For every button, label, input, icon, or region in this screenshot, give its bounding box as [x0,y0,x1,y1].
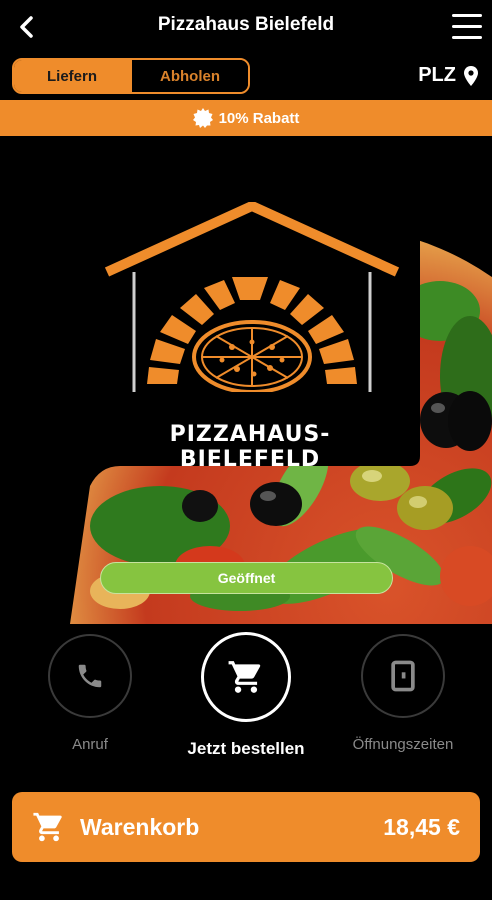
order-mode-toggle: Liefern Abholen [12,58,250,94]
location-pin-icon [464,65,478,86]
hamburger-icon-line [452,14,482,17]
order-now-action[interactable]: Jetzt bestellen [181,632,311,759]
open-status-badge: Geöffnet [100,562,393,594]
discount-badge-icon [192,108,213,128]
order-now-button[interactable] [201,632,291,722]
toggle-abholen[interactable]: Abholen [132,60,248,92]
opening-hours-label: Öffnungszeiten [352,736,454,753]
order-now-label: Jetzt bestellen [187,739,305,758]
toggle-liefern[interactable]: Liefern [14,60,132,92]
opening-hours-action[interactable]: Öffnungszeiten [338,634,468,753]
quick-actions: Anruf Jetzt bestellen Öffnungszeiten [0,632,492,774]
cart-icon [33,812,62,842]
menu-button[interactable] [448,14,484,40]
page-title: Pizzahaus Bielefeld [157,14,335,35]
hamburger-icon-line [452,25,482,28]
cart-icon [228,661,261,693]
door-icon [391,660,415,692]
hero-banner: PIZZAHAUS-BIELEFELD Geöffnet [0,136,492,624]
discount-text: 10% Rabatt [218,109,300,127]
pizzahaus-logo [104,202,400,392]
call-action[interactable]: Anruf [25,634,155,753]
top-bar: Pizzahaus Bielefeld [0,0,492,56]
phone-icon [78,664,102,688]
logo-text: PIZZAHAUS-BIELEFELD [169,422,331,472]
discount-banner: 10% Rabatt [0,100,492,136]
plz-label: PLZ [418,64,456,86]
cart-total: 18,45 € [383,813,460,840]
plz-selector[interactable]: PLZ [418,64,478,87]
call-label: Anruf [72,736,108,753]
cart-label: Warenkorb [80,813,200,840]
call-button[interactable] [48,634,132,718]
opening-hours-button[interactable] [361,634,445,718]
cart-bar[interactable]: Warenkorb 18,45 € [12,792,480,862]
hamburger-icon-line [452,36,482,39]
